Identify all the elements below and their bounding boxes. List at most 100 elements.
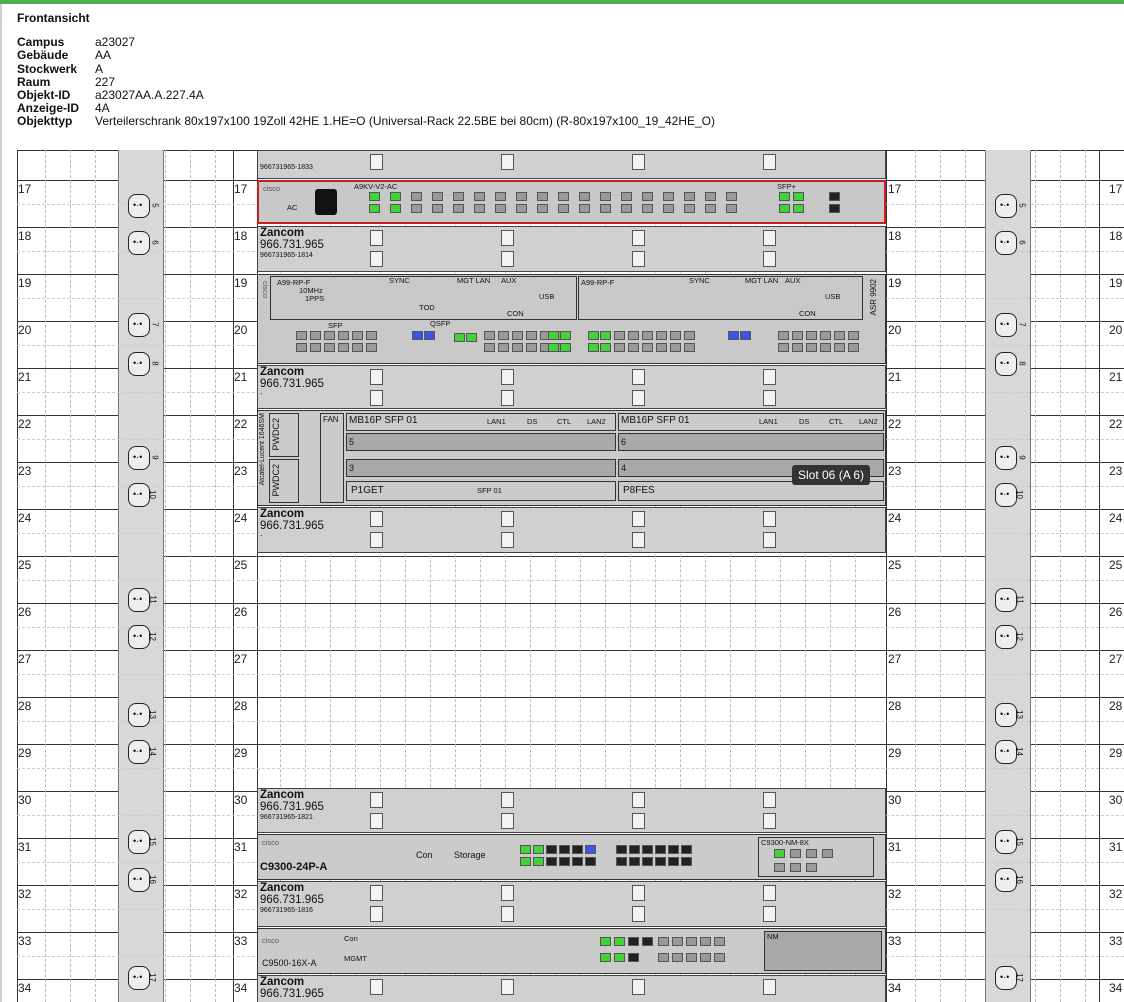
port[interactable] xyxy=(790,863,801,872)
port[interactable] xyxy=(792,343,803,352)
port[interactable] xyxy=(686,953,697,962)
port[interactable] xyxy=(474,192,485,201)
patch-slot[interactable] xyxy=(501,154,514,170)
patch-slot[interactable] xyxy=(632,511,645,527)
port[interactable] xyxy=(629,845,640,854)
port[interactable] xyxy=(820,331,831,340)
device-alcatel-1646sm[interactable]: Alcatel-Lucent 1646SM PWDC2 PWDC2 FAN MB… xyxy=(257,410,886,506)
port[interactable] xyxy=(822,849,833,858)
port[interactable] xyxy=(512,331,523,340)
patch-slot[interactable] xyxy=(370,390,383,406)
port[interactable] xyxy=(310,343,321,352)
port[interactable] xyxy=(806,343,817,352)
port[interactable] xyxy=(614,343,625,352)
patch-slot[interactable] xyxy=(370,813,383,829)
port[interactable] xyxy=(670,331,681,340)
port[interactable] xyxy=(366,343,377,352)
port[interactable] xyxy=(560,343,571,352)
port[interactable] xyxy=(628,937,639,946)
rp-card-left[interactable]: A99-RP-F SYNC MGT LAN AUX 10MHz 1PPS TOD… xyxy=(270,276,577,320)
port[interactable] xyxy=(642,845,653,854)
patch-slot[interactable] xyxy=(763,532,776,548)
port[interactable] xyxy=(495,204,506,213)
port[interactable] xyxy=(655,845,666,854)
port[interactable] xyxy=(672,953,683,962)
slot-mb16p-right[interactable]: MB16P SFP 01 LAN1 DS CTL LAN2 xyxy=(618,413,884,431)
port[interactable] xyxy=(700,937,711,946)
port[interactable] xyxy=(558,204,569,213)
port[interactable] xyxy=(658,953,669,962)
port[interactable] xyxy=(629,857,640,866)
device-cisco-c9300[interactable]: cisco C9300-24P-A Con Storage C9300-NM-8… xyxy=(257,834,886,880)
port[interactable] xyxy=(498,343,509,352)
patch-slot[interactable] xyxy=(370,369,383,385)
port[interactable] xyxy=(520,857,531,866)
port[interactable] xyxy=(537,204,548,213)
port[interactable] xyxy=(740,331,751,340)
port[interactable] xyxy=(411,204,422,213)
port[interactable] xyxy=(790,849,801,858)
port[interactable] xyxy=(670,343,681,352)
port[interactable] xyxy=(684,192,695,201)
port[interactable] xyxy=(663,204,674,213)
port[interactable] xyxy=(655,857,666,866)
port[interactable] xyxy=(559,857,570,866)
slot-mb16p-left[interactable]: MB16P SFP 01 LAN1 DS CTL LAN2 xyxy=(346,413,616,431)
port[interactable] xyxy=(600,204,611,213)
port[interactable] xyxy=(642,192,653,201)
port[interactable] xyxy=(779,192,790,201)
port[interactable] xyxy=(352,343,363,352)
port[interactable] xyxy=(412,331,423,340)
port[interactable] xyxy=(848,331,859,340)
patch-slot[interactable] xyxy=(763,511,776,527)
port[interactable] xyxy=(600,331,611,340)
port[interactable] xyxy=(621,204,632,213)
patch-panel[interactable]: 966731965-1833 xyxy=(257,150,886,179)
port[interactable] xyxy=(714,937,725,946)
port[interactable] xyxy=(681,845,692,854)
port[interactable] xyxy=(324,331,335,340)
device-cisco-asr9902[interactable]: cisco A99-RP-F SYNC MGT LAN AUX 10MHz 1P… xyxy=(257,274,886,364)
port[interactable] xyxy=(820,343,831,352)
patch-slot[interactable] xyxy=(632,230,645,246)
patch-slot[interactable] xyxy=(370,906,383,922)
port[interactable] xyxy=(533,845,544,854)
port[interactable] xyxy=(728,331,739,340)
patch-slot[interactable] xyxy=(763,251,776,267)
port[interactable] xyxy=(432,192,443,201)
port[interactable] xyxy=(779,204,790,213)
patch-slot[interactable] xyxy=(501,251,514,267)
slot-3[interactable]: 3 xyxy=(346,459,616,477)
port[interactable] xyxy=(310,331,321,340)
patch-slot[interactable] xyxy=(763,390,776,406)
slot-6[interactable]: 6 xyxy=(618,433,884,451)
port[interactable] xyxy=(616,845,627,854)
port[interactable] xyxy=(806,849,817,858)
patch-slot[interactable] xyxy=(501,390,514,406)
patch-slot[interactable] xyxy=(632,906,645,922)
port[interactable] xyxy=(560,331,571,340)
port[interactable] xyxy=(600,937,611,946)
patch-slot[interactable] xyxy=(501,885,514,901)
port[interactable] xyxy=(548,331,559,340)
port[interactable] xyxy=(628,343,639,352)
patch-slot[interactable] xyxy=(501,906,514,922)
port[interactable] xyxy=(366,331,377,340)
port[interactable] xyxy=(572,845,583,854)
port[interactable] xyxy=(684,204,695,213)
patch-slot[interactable] xyxy=(370,251,383,267)
slot-p1get[interactable]: P1GET SFP 01 xyxy=(346,481,616,501)
port[interactable] xyxy=(512,343,523,352)
port[interactable] xyxy=(793,192,804,201)
port[interactable] xyxy=(546,857,557,866)
port[interactable] xyxy=(424,331,435,340)
port[interactable] xyxy=(352,331,363,340)
patch-slot[interactable] xyxy=(763,154,776,170)
patch-panel[interactable]: Zancom 966.731.965- xyxy=(257,507,886,553)
patch-slot[interactable] xyxy=(763,792,776,808)
port[interactable] xyxy=(516,204,527,213)
port[interactable] xyxy=(642,343,653,352)
port[interactable] xyxy=(684,343,695,352)
port[interactable] xyxy=(705,192,716,201)
port[interactable] xyxy=(642,857,653,866)
